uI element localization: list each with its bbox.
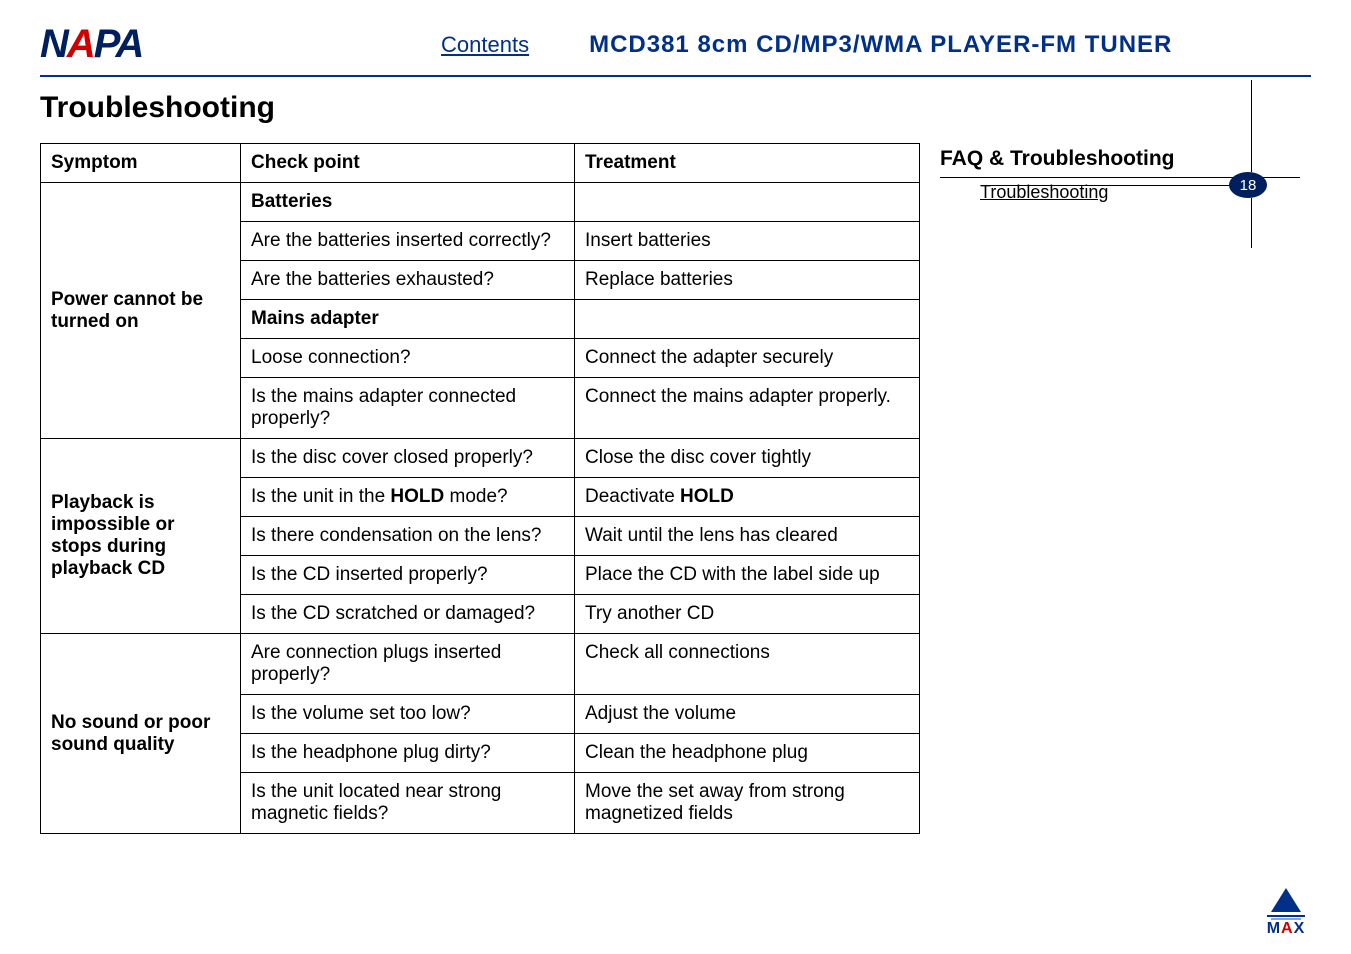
max-logo: MAX — [1261, 886, 1311, 938]
max-text: MAX — [1261, 920, 1311, 938]
treatment-cell: Try another CD — [575, 595, 920, 634]
header-links: Contents MCD381 8cm CD/MP3/WMA PLAYER-FM… — [142, 31, 1311, 59]
nav-vline — [1251, 80, 1252, 115]
symptom-cell: Power cannot be turned on — [41, 183, 241, 439]
logo-a-red: A — [67, 22, 94, 67]
max-x: X — [1294, 920, 1306, 937]
check-cell: Is the unit located near strong magnetic… — [241, 773, 575, 834]
nav-vline — [1251, 198, 1252, 248]
product-title: MCD381 8cm CD/MP3/WMA PLAYER-FM TUNER — [589, 31, 1172, 59]
check-cell: Is the disc cover closed properly? — [241, 439, 575, 478]
contents-link[interactable]: Contents — [441, 32, 529, 58]
logo-pa: PA — [94, 22, 143, 67]
treatment-cell: Deactivate HOLD — [575, 478, 920, 517]
treatment-cell: Check all connections — [575, 634, 920, 695]
main-content: Symptom Check point Treatment Power cann… — [0, 143, 1351, 834]
check-cell: Are the batteries inserted correctly? — [241, 222, 575, 261]
check-cell: Is the CD inserted properly? — [241, 556, 575, 595]
th-check: Check point — [241, 144, 575, 183]
treatment-cell — [575, 183, 920, 222]
header-divider — [40, 75, 1311, 77]
treatment-cell: Adjust the volume — [575, 695, 920, 734]
sidebar-art: 18 — [1221, 80, 1281, 260]
check-cell: Is the headphone plug dirty? — [241, 734, 575, 773]
check-cell: Is the volume set too low? — [241, 695, 575, 734]
logo-n: N — [40, 22, 67, 67]
check-cell: Is the unit in the HOLD mode? — [241, 478, 575, 517]
max-m: M — [1267, 920, 1281, 937]
treatment-cell: Close the disc cover tightly — [575, 439, 920, 478]
treatment-cell: Connect the mains adapter properly. — [575, 378, 920, 439]
page-number-badge: 18 — [1229, 172, 1267, 198]
check-cell: Is the mains adapter connected properly? — [241, 378, 575, 439]
treatment-cell: Move the set away from strong magnetized… — [575, 773, 920, 834]
max-triangle-icon — [1261, 886, 1311, 920]
treatment-cell: Connect the adapter securely — [575, 339, 920, 378]
treatment-cell — [575, 300, 920, 339]
check-cell: Are connection plugs inserted properly? — [241, 634, 575, 695]
nav-vline — [1251, 115, 1252, 172]
treatment-cell: Replace batteries — [575, 261, 920, 300]
troubleshooting-table: Symptom Check point Treatment Power cann… — [40, 143, 920, 834]
check-cell: Is there condensation on the lens? — [241, 517, 575, 556]
symptom-cell: No sound or poor sound quality — [41, 634, 241, 834]
th-symptom: Symptom — [41, 144, 241, 183]
max-a-red: A — [1281, 920, 1294, 937]
treatment-cell: Wait until the lens has cleared — [575, 517, 920, 556]
check-cell: Loose connection? — [241, 339, 575, 378]
check-cell: Mains adapter — [241, 300, 575, 339]
napa-logo: NAPA — [40, 22, 142, 67]
page-title: Troubleshooting — [40, 91, 1311, 125]
check-cell: Are the batteries exhausted? — [241, 261, 575, 300]
symptom-cell: Playback is impossible or stops during p… — [41, 439, 241, 634]
check-cell: Is the CD scratched or damaged? — [241, 595, 575, 634]
treatment-cell: Place the CD with the label side up — [575, 556, 920, 595]
th-treatment: Treatment — [575, 144, 920, 183]
check-cell: Batteries — [241, 183, 575, 222]
treatment-cell: Clean the headphone plug — [575, 734, 920, 773]
treatment-cell: Insert batteries — [575, 222, 920, 261]
nav-hline — [981, 185, 1231, 186]
header: NAPA Contents MCD381 8cm CD/MP3/WMA PLAY… — [0, 0, 1351, 75]
